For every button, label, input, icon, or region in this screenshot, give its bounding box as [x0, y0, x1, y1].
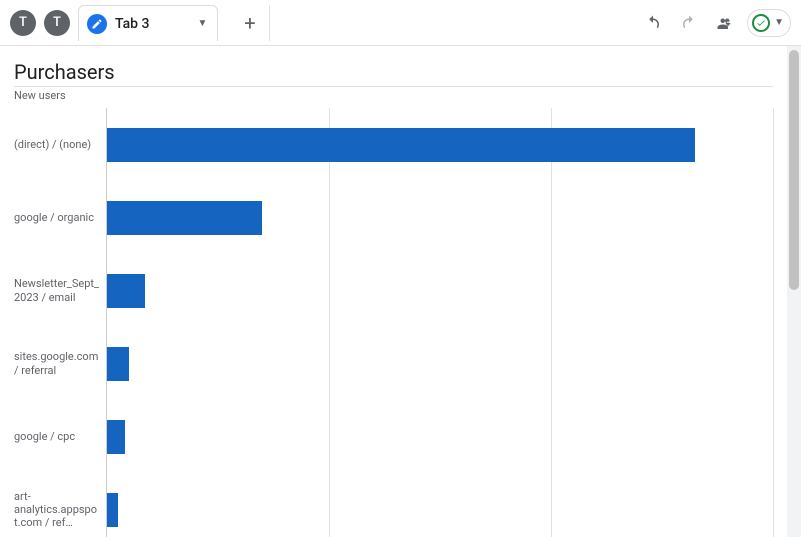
category-label: Newsletter_Sept_2023 / email: [14, 277, 106, 303]
category-label: sites.google.com / referral: [14, 350, 106, 376]
check-icon: [752, 14, 770, 32]
category-label: (direct) / (none): [14, 138, 97, 151]
chevron-down-icon: ▼: [774, 17, 784, 28]
bar-chart: (direct) / (none) google / organic Newslet…: [14, 108, 773, 537]
bar[interactable]: [107, 347, 129, 381]
tab-1[interactable]: T: [10, 10, 36, 36]
chart-area: Purchasers New users (direct) / (none) go…: [0, 46, 787, 537]
category-label: google / organic: [14, 211, 100, 224]
bar[interactable]: [107, 201, 262, 235]
tab-2[interactable]: T: [44, 10, 70, 36]
status-pill[interactable]: ▼: [747, 9, 791, 37]
share-button[interactable]: [711, 9, 739, 37]
bar[interactable]: [107, 274, 145, 308]
bar[interactable]: [107, 420, 125, 454]
redo-button[interactable]: [675, 9, 703, 37]
y-axis-label: New users: [14, 89, 773, 102]
category-label: google / cpc: [14, 430, 81, 443]
category-label: art-analytics.appspot.com / ref…: [14, 490, 106, 530]
scrollbar-thumb[interactable]: [789, 50, 799, 290]
bar[interactable]: [107, 493, 118, 527]
bar[interactable]: [107, 128, 695, 162]
gridline: [773, 108, 774, 537]
content-area: Purchasers New users (direct) / (none) go…: [0, 46, 801, 537]
chart-title: Purchasers: [14, 60, 773, 87]
chevron-down-icon[interactable]: ▼: [197, 18, 207, 29]
tab-3-active[interactable]: Tab 3 ▼: [78, 5, 218, 41]
undo-button[interactable]: [639, 9, 667, 37]
toolbar: T T Tab 3 ▼ + ▼: [0, 0, 801, 46]
add-tab-button[interactable]: +: [230, 5, 270, 41]
active-tab-label: Tab 3: [115, 16, 149, 32]
scrollbar[interactable]: [787, 46, 801, 537]
edit-icon: [87, 14, 107, 34]
